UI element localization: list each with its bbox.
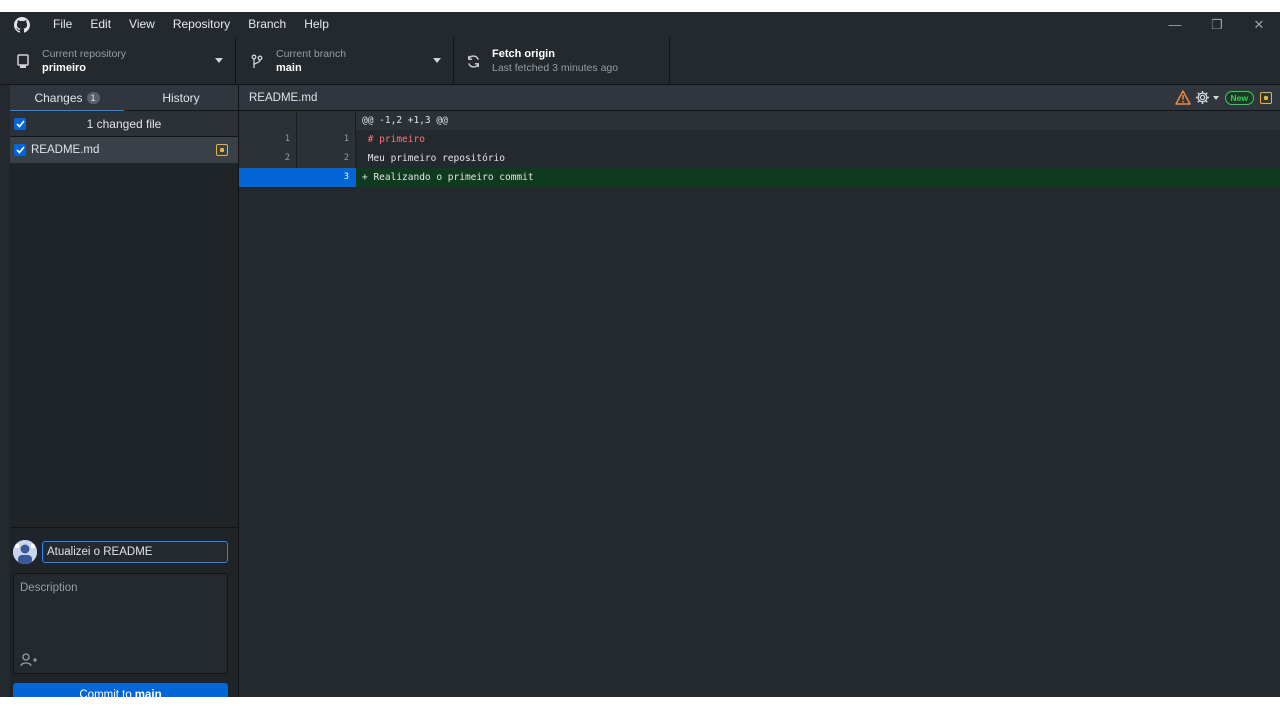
- description-placeholder: Description: [20, 582, 78, 594]
- menu-bar: File Edit View Repository Branch Help: [44, 12, 338, 37]
- fetch-origin-button[interactable]: Fetch origin Last fetched 3 minutes ago: [454, 37, 670, 85]
- file-name: README.md: [31, 144, 100, 156]
- changed-files-count: 1 changed file: [86, 116, 162, 131]
- file-list-item[interactable]: README.md: [10, 137, 238, 163]
- new-badge: New: [1224, 90, 1254, 105]
- restore-button[interactable]: ❐: [1196, 12, 1238, 37]
- repository-icon: [14, 52, 32, 70]
- file-modified-icon: [216, 144, 228, 156]
- diff-line-text: # primeiro: [362, 134, 425, 145]
- github-logo-icon: [14, 16, 30, 33]
- diff-panel: README.md New @@ -1,2 +1,3 @@ 1 1 # prim…: [238, 85, 1280, 697]
- hunk-header: @@ -1,2 +1,3 @@: [239, 111, 1280, 130]
- old-line-number: [239, 168, 297, 187]
- changes-count-badge: 1: [86, 92, 100, 104]
- fetch-title: Fetch origin: [492, 48, 555, 60]
- menu-repository[interactable]: Repository: [164, 12, 239, 37]
- diff-line[interactable]: 1 1 # primeiro: [239, 130, 1280, 149]
- commit-button-branch: main: [134, 689, 162, 697]
- file-modified-icon: [1260, 91, 1272, 104]
- menu-view[interactable]: View: [120, 12, 164, 37]
- commit-button-label: Commit to: [79, 689, 132, 697]
- changed-files-header: 1 changed file: [10, 111, 238, 137]
- repo-name: primeiro: [42, 62, 87, 74]
- diff-body: @@ -1,2 +1,3 @@ 1 1 # primeiro 2 2 Meu p…: [239, 111, 1280, 187]
- repo-label: Current repository: [42, 48, 127, 60]
- chevron-down-icon: [215, 58, 223, 63]
- menu-help[interactable]: Help: [295, 12, 338, 37]
- old-line-number: [239, 111, 297, 130]
- commit-description-field[interactable]: Description: [13, 573, 228, 674]
- new-line-number: 3: [297, 168, 356, 187]
- commit-message-area: Description Commit to main: [10, 527, 238, 697]
- window-controls: — ❐ ✕: [1154, 12, 1280, 37]
- diff-line-text: Meu primeiro repositório: [362, 153, 505, 164]
- minimize-button[interactable]: —: [1154, 12, 1196, 37]
- branch-icon: [248, 52, 266, 70]
- chevron-down-icon: [433, 58, 441, 63]
- tab-history-label: History: [162, 91, 200, 105]
- branch-name: main: [276, 62, 302, 74]
- close-button[interactable]: ✕: [1238, 12, 1280, 37]
- commit-summary-input[interactable]: [42, 541, 228, 563]
- title-bar: File Edit View Repository Branch Help — …: [0, 12, 1280, 37]
- current-branch-button[interactable]: Current branch main: [236, 37, 454, 85]
- file-include-checkbox[interactable]: [14, 144, 26, 156]
- chevron-down-icon[interactable]: [1212, 95, 1219, 100]
- gear-icon[interactable]: [1195, 90, 1210, 105]
- diff-file-title: README.md: [249, 91, 318, 104]
- current-repository-button[interactable]: Current repository primeiro: [0, 37, 236, 85]
- new-line-number: 1: [297, 130, 356, 149]
- add-coauthor-icon[interactable]: [20, 652, 38, 668]
- diff-line-text: + Realizando o primeiro commit: [362, 172, 534, 183]
- menu-edit[interactable]: Edit: [81, 12, 120, 37]
- toolbar: Current repository primeiro Current bran…: [0, 37, 1280, 85]
- sidebar-tabs: Changes 1 History: [10, 85, 238, 112]
- diff-header: README.md New: [239, 85, 1280, 111]
- commit-button[interactable]: Commit to main: [13, 683, 228, 697]
- diff-line[interactable]: 2 2 Meu primeiro repositório: [239, 149, 1280, 168]
- sidebar: Changes 1 History 1 changed file README.…: [10, 85, 238, 697]
- last-fetched-text: Last fetched 3 minutes ago: [492, 62, 619, 74]
- new-line-number: 2: [297, 149, 356, 168]
- sync-icon: [464, 52, 482, 70]
- tab-history[interactable]: History: [124, 85, 238, 111]
- menu-branch[interactable]: Branch: [239, 12, 295, 37]
- github-desktop-window: File Edit View Repository Branch Help — …: [0, 12, 1280, 697]
- tab-changes-label: Changes: [34, 91, 83, 105]
- old-line-number: 2: [239, 149, 297, 168]
- diff-tools: New: [1174, 90, 1272, 105]
- menu-file[interactable]: File: [44, 12, 81, 37]
- old-line-number: 1: [239, 130, 297, 149]
- tab-changes[interactable]: Changes 1: [10, 85, 124, 112]
- hunk-header-text: @@ -1,2 +1,3 @@: [362, 115, 448, 126]
- user-avatar: [13, 540, 37, 564]
- new-line-number: [297, 111, 356, 130]
- branch-label: Current branch: [276, 48, 347, 60]
- diff-line-added[interactable]: 3 + Realizando o primeiro commit: [239, 168, 1280, 187]
- warning-icon[interactable]: [1174, 90, 1191, 105]
